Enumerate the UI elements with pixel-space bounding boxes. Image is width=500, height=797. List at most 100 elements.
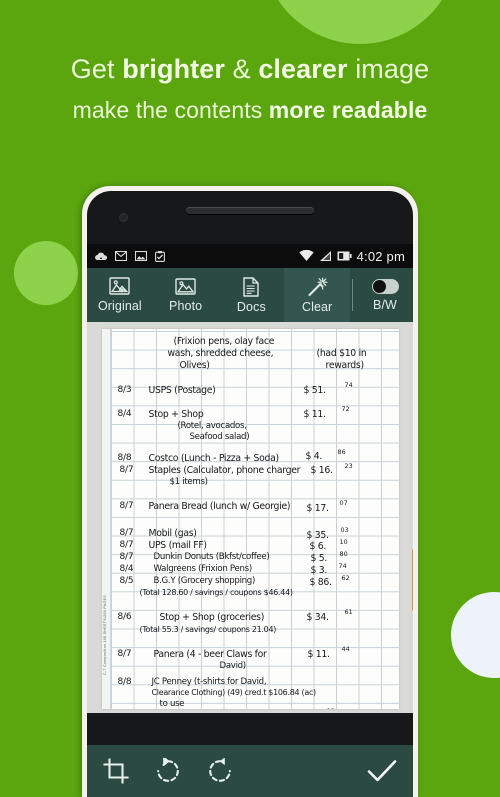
headline-line-1: Get brighter & clearer image — [0, 50, 500, 88]
note-line: wash, shredded cheese, — [167, 348, 274, 359]
document-preview-area[interactable]: C-7 Composition 100 SHEETS/200 PAGES (Fr… — [87, 322, 413, 713]
scanned-page: C-7 Composition 100 SHEETS/200 PAGES (Fr… — [101, 329, 399, 709]
entry-desc: USPS (Postage) — [148, 385, 216, 396]
entry-cents: 23 — [344, 462, 353, 470]
image-eye-icon — [109, 277, 131, 296]
confirm-button[interactable] — [367, 759, 397, 783]
headline-bold-clearer: clearer — [258, 54, 348, 84]
headline-line-2: make the contents more readable — [0, 94, 500, 127]
entry-cents: 10 — [339, 538, 348, 546]
entry-subline: (Total 128.60 / savings / coupons $46.44… — [139, 588, 293, 597]
checkmark-icon — [367, 759, 397, 783]
entry-date: 8/7 — [117, 649, 132, 659]
entry-desc: Stop + Shop — [148, 409, 204, 420]
entry-amount: $ 17. — [306, 503, 329, 514]
battery-icon — [337, 250, 352, 262]
entry-cents: 74 — [344, 381, 353, 389]
entry-amount: $ 51. — [303, 385, 326, 396]
bw-toggle[interactable]: B/W — [357, 268, 413, 322]
editor-action-bar — [87, 745, 413, 797]
entry-amount: $ 16. — [310, 465, 333, 476]
filter-clear-label: Clear — [301, 299, 333, 314]
entry-date: 8/7 — [119, 501, 134, 511]
bw-toggle-label: B/W — [373, 297, 397, 312]
magic-wand-icon — [307, 277, 328, 297]
filter-clear-button[interactable]: Clear — [284, 268, 350, 322]
entry-desc: UPS (mail FF) — [148, 540, 208, 551]
entry-date: 8/7 — [119, 540, 134, 550]
entry-amount: $ 86. — [309, 577, 332, 588]
gmail-icon — [115, 251, 127, 261]
entry-amount: $ 3. — [310, 565, 328, 576]
filter-docs-button[interactable]: Docs — [219, 268, 285, 322]
entry-desc: Panera Bread (lunch w/ Georgie) — [148, 501, 291, 512]
note-line: Olives) — [179, 360, 210, 371]
entry-desc: Costco (Lunch - Pizza + Soda) — [148, 453, 280, 464]
entry-subline: to use — [159, 699, 185, 709]
headline-text-1: Get — [70, 54, 123, 84]
entry-desc: JC Penney (t-shirts for David, — [151, 677, 267, 687]
entry-cents: 03 — [340, 526, 349, 534]
image-icon — [135, 251, 147, 261]
entry-date: 8/3 — [117, 385, 132, 395]
entry-cents: 07 — [339, 499, 348, 507]
rotate-left-button[interactable] — [155, 758, 181, 784]
phone-power-button[interactable] — [412, 549, 413, 611]
entry-subline: Seafood salad) — [189, 432, 250, 442]
entry-date: 8/4 — [117, 409, 132, 419]
headline-text-3: image — [347, 54, 430, 84]
status-bar-right-icons: 4:02 pm — [299, 249, 405, 264]
decorative-circle-right — [451, 592, 500, 678]
status-bar-clock: 4:02 pm — [356, 248, 405, 264]
clipboard-check-icon — [155, 250, 165, 262]
cellular-signal-icon — [319, 250, 332, 262]
status-bar-left-icons — [95, 250, 165, 262]
entry-cents: 72 — [341, 405, 350, 413]
phone-body: 4:02 pm Original Photo Docs Clear B/W C-… — [87, 191, 413, 797]
entry-date: 8/8 — [117, 677, 132, 687]
earpiece-speaker — [186, 207, 314, 214]
bw-switch-track[interactable] — [371, 278, 399, 294]
decorative-circle-top — [262, 0, 458, 44]
decorative-circle-left — [14, 241, 78, 305]
entry-cents: 80 — [339, 550, 348, 558]
entry-subline: Clearance Clothing) (49) cred.t $106.84 … — [151, 688, 317, 697]
entry-amount: $ 5. — [310, 553, 328, 564]
filter-photo-button[interactable]: Photo — [153, 268, 219, 322]
crop-icon — [103, 758, 129, 784]
filter-original-button[interactable]: Original — [87, 268, 153, 322]
filter-docs-label: Docs — [236, 299, 266, 314]
entry-desc: Walgreens (Frixion Pens) — [153, 564, 253, 574]
cloud-download-icon — [95, 251, 107, 262]
entry-amount: $ 6. — [309, 541, 327, 552]
entry-date: 8/5 — [119, 576, 134, 586]
entry-desc: B.G.Y (Grocery shopping) — [153, 576, 256, 586]
entry-subline: David) — [219, 661, 247, 671]
entry-cents: 61 — [344, 608, 353, 616]
phone-bezel-top — [87, 191, 413, 244]
headline-text-2: & — [225, 54, 259, 84]
entry-cents: 86 — [337, 448, 346, 456]
bw-switch-knob — [372, 279, 386, 293]
entry-cents: 98 — [327, 707, 335, 709]
entry-date: 8/7 — [119, 552, 134, 562]
promo-headline: Get brighter & clearer image make the co… — [0, 50, 500, 127]
entry-amount: $ 35. — [306, 530, 329, 541]
rotate-counterclockwise-icon — [155, 758, 181, 784]
entry-desc: Stop + Shop (groceries) — [159, 612, 265, 623]
entry-desc: Panera (4 - beer Claws for — [153, 649, 267, 660]
toolbar-divider — [352, 279, 353, 311]
headline-bold-readable: more readable — [268, 97, 428, 124]
entry-subline: (Rotel, avocados, — [177, 421, 247, 431]
crop-button[interactable] — [103, 758, 129, 784]
entry-subline: $1 items) — [169, 477, 209, 487]
handwritten-content: (Frixion pens, olay face wash, shredded … — [102, 329, 399, 709]
front-camera-icon — [119, 213, 128, 222]
headline-bold-brighter: brighter — [122, 54, 225, 84]
filter-toolbar: Original Photo Docs Clear B/W — [87, 268, 413, 322]
rotate-right-button[interactable] — [207, 758, 233, 784]
note-line: (had $10 in — [316, 348, 367, 359]
entry-subline: (Total 55.3 / savings/ coupons 21.04) — [139, 625, 277, 634]
android-status-bar: 4:02 pm — [87, 244, 413, 268]
entry-date: 8/7 — [119, 528, 134, 538]
